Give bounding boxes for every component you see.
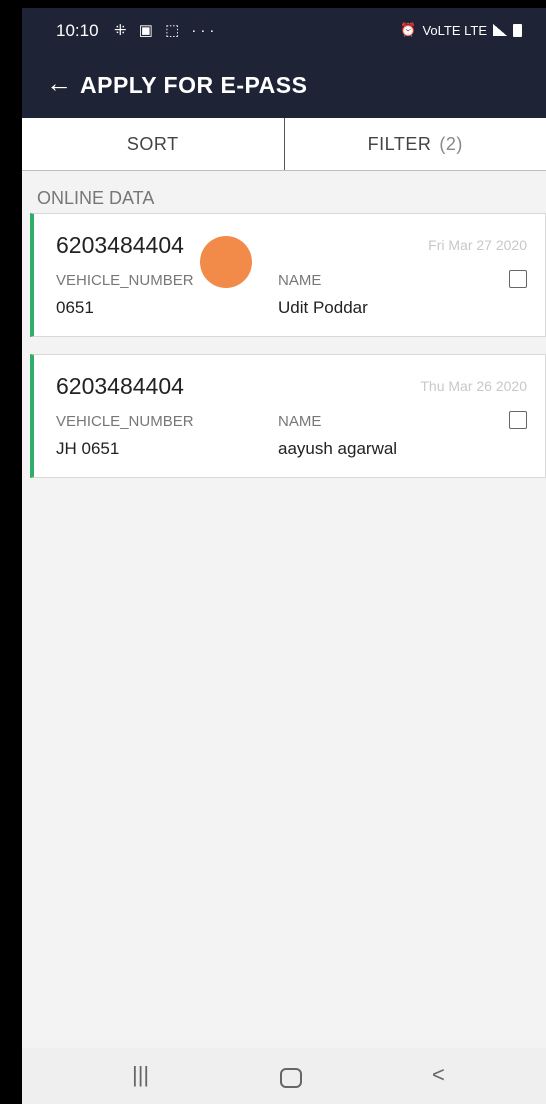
alarm-icon: ⏰ <box>400 22 417 37</box>
status-right: ⏰ VoLTE LTE <box>400 22 522 38</box>
touch-indicator <box>200 236 252 288</box>
name-label: NAME <box>278 272 322 289</box>
app-bar: ← APPLY FOR E-PASS <box>22 54 546 118</box>
network-label: VoLTE LTE <box>422 22 487 38</box>
device-frame: 10:10 ⁜ ▣ ⬚ ··· ⏰ VoLTE LTE ← APPLY FOR … <box>0 0 546 1104</box>
sort-label: SORT <box>126 133 179 154</box>
back-icon[interactable]: < <box>432 1062 445 1088</box>
battery-icon <box>513 23 522 37</box>
system-nav-bar: ||| < <box>22 1048 546 1104</box>
sort-button[interactable]: SORT <box>22 118 284 170</box>
record-card[interactable]: 6203484404 Fri Mar 27 2020 VEHICLE_NUMBE… <box>30 213 546 337</box>
vehicle-number-label: VEHICLE_NUMBER <box>56 413 194 430</box>
signal-icon <box>493 24 507 36</box>
record-checkbox[interactable] <box>509 270 527 288</box>
back-arrow-icon[interactable]: ← <box>46 68 72 98</box>
record-date: Thu Mar 26 2020 <box>420 378 527 394</box>
vehicle-number-value: 0651 <box>56 298 94 317</box>
name-value: Udit Poddar <box>278 298 368 317</box>
page-title: APPLY FOR E-PASS <box>80 72 308 98</box>
screen: 10:10 ⁜ ▣ ⬚ ··· ⏰ VoLTE LTE ← APPLY FOR … <box>22 8 546 1104</box>
status-bar: 10:10 ⁜ ▣ ⬚ ··· ⏰ VoLTE LTE <box>22 8 546 54</box>
record-phone: 6203484404 <box>56 232 184 258</box>
filter-count: (2) <box>439 133 463 154</box>
section-label: ONLINE DATA <box>37 188 155 208</box>
record-phone: 6203484404 <box>56 373 184 399</box>
record-date: Fri Mar 27 2020 <box>428 237 527 253</box>
vehicle-number-value: JH 0651 <box>56 439 120 458</box>
status-time: 10:10 <box>56 21 99 40</box>
recents-icon[interactable]: ||| <box>132 1062 149 1088</box>
record-card[interactable]: 6203484404 Thu Mar 26 2020 VEHICLE_NUMBE… <box>30 354 546 478</box>
sort-filter-bar: SORT FILTER (2) <box>22 118 546 171</box>
filter-button[interactable]: FILTER (2) <box>285 118 546 170</box>
notification-icons: ⁜ ▣ ⬚ ··· <box>114 22 219 39</box>
name-value: aayush agarwal <box>278 439 398 458</box>
home-icon[interactable] <box>280 1068 302 1094</box>
record-checkbox[interactable] <box>509 411 527 429</box>
vehicle-number-label: VEHICLE_NUMBER <box>56 272 194 289</box>
filter-label: FILTER <box>367 133 432 154</box>
name-label: NAME <box>278 413 322 430</box>
